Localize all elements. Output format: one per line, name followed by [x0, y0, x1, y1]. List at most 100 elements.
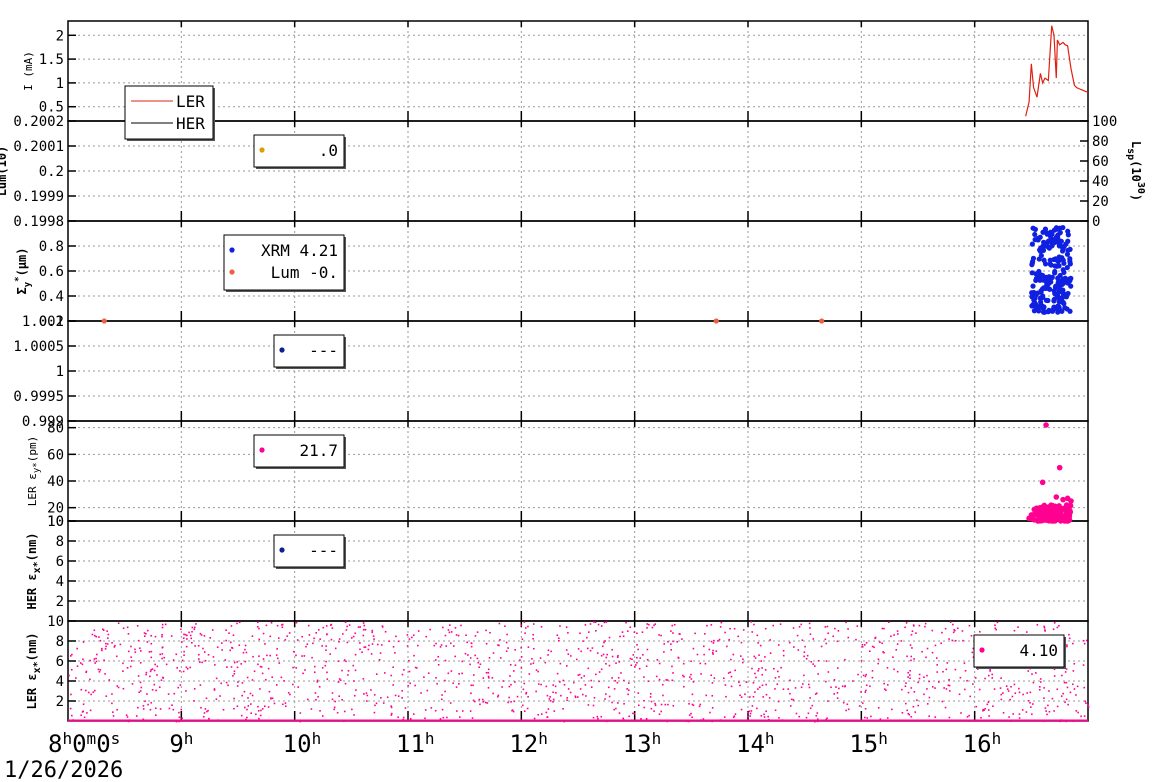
ler-epsx-point	[450, 642, 452, 645]
ler-epsx-point	[670, 649, 673, 651]
ler-epsx-point	[129, 665, 132, 668]
xrm-point	[1031, 308, 1037, 314]
ler-epsx-point	[764, 656, 766, 658]
y-tick-label: 0.4	[39, 289, 64, 305]
ler-epsx-point	[705, 694, 708, 697]
ler-epsx-point	[204, 659, 207, 662]
ler-epsx-point	[886, 684, 889, 686]
ler-epsx-point	[375, 673, 378, 675]
ler-epsx-point	[165, 663, 168, 666]
ler-epsx-point	[507, 701, 509, 704]
ler-epsx-point	[326, 678, 329, 680]
ler-epsx-point	[948, 678, 950, 681]
ler-epsx-point	[670, 630, 672, 632]
y-tick-label: 0.2002	[13, 114, 64, 130]
ler-epsx-point	[833, 693, 836, 695]
ler-epsx-point	[154, 707, 157, 710]
ler-epsx-point	[510, 683, 512, 686]
ler-epsx-point	[580, 650, 583, 653]
ler-epsx-point	[259, 688, 261, 690]
ler-epsx-point	[147, 703, 149, 706]
ler-epsx-point	[954, 639, 957, 642]
ler-epsx-point	[276, 648, 278, 650]
panel-frame	[67, 520, 1089, 622]
ler-epsx-point	[544, 661, 547, 664]
ler-epsx-point	[450, 631, 453, 633]
ler-epsx-point	[860, 659, 863, 662]
ler-epsx-point	[267, 706, 270, 708]
ler-epsx-point	[745, 681, 748, 683]
ler-epsx-point	[447, 629, 450, 631]
ler-epsx-point	[470, 692, 472, 695]
legend-label: 21.7	[299, 441, 338, 460]
ler-epsx-point	[329, 653, 332, 655]
ler-epsx-point	[1000, 693, 1003, 696]
ler-epsx-point	[879, 641, 881, 644]
ler-epsx-point	[622, 717, 625, 720]
ler-epsx-point	[751, 667, 753, 670]
ler-epsx-point	[440, 644, 443, 646]
y2-axis-label-part: sp	[1125, 148, 1136, 160]
ler-epsx-point	[913, 658, 915, 660]
legend-label: LER	[176, 92, 205, 111]
y2-tick-label: 60	[1092, 154, 1109, 170]
ler-epsy-point	[1052, 503, 1058, 510]
ler-epsx-point	[569, 655, 572, 657]
ler-epsx-point	[988, 715, 990, 717]
xrm-point	[1030, 283, 1036, 289]
ler-epsx-point	[617, 677, 620, 679]
ler-epsx-point	[1071, 683, 1074, 686]
ler-epsx-point	[345, 629, 348, 631]
ler-epsx-point	[699, 662, 702, 665]
ler-epsx-point	[758, 686, 761, 689]
ler-epsx-point	[661, 683, 664, 686]
xrm-point	[1049, 243, 1055, 249]
ler-epsx-point	[837, 630, 840, 632]
ler-epsx-point	[465, 634, 467, 637]
ler-epsx-point	[331, 698, 334, 701]
ler-epsx-point	[346, 641, 349, 644]
ler-epsx-point	[71, 714, 73, 717]
ler-epsx-point	[749, 712, 752, 715]
ler-epsx-point	[740, 655, 742, 657]
y-tick-label: 6	[56, 554, 64, 570]
ler-epsx-point	[150, 656, 153, 659]
ler-epsx-point	[896, 630, 899, 632]
ler-epsx-point	[926, 688, 928, 690]
ler-epsx-point	[364, 628, 367, 631]
ler-epsx-point	[556, 672, 559, 675]
ler-epsx-point	[763, 716, 766, 718]
legend-label: XRM 4.21	[261, 241, 338, 260]
ler-epsx-point	[532, 637, 534, 640]
ler-epsx-point	[576, 696, 579, 698]
xrm-point	[1031, 297, 1037, 303]
ler-epsx-point	[238, 644, 241, 647]
ler-epsx-point	[688, 714, 691, 716]
right-axis-lsp: 020406080100	[1080, 114, 1117, 230]
ler-epsx-point	[89, 659, 91, 662]
legend-marker	[229, 269, 235, 275]
ler-epsx-point	[611, 648, 613, 651]
ler-epsx-point	[978, 688, 981, 691]
ler-epsx-point	[268, 690, 271, 693]
ler-epsy-point	[1053, 494, 1060, 500]
legend-panel4: ---	[273, 334, 346, 369]
ler-epsx-point	[197, 644, 200, 647]
ler-epsx-point	[243, 706, 246, 709]
ler-epsx-point	[951, 639, 954, 642]
ler-epsx-point	[747, 711, 749, 714]
ler-epsx-point	[306, 643, 309, 645]
ler-epsx-point	[1068, 633, 1070, 636]
ler-epsx-point	[602, 653, 605, 656]
ler-epsx-point	[547, 654, 549, 656]
panel-frame	[67, 420, 1089, 522]
monitor-chart: 0.511.520.19980.19990.20.20010.20020.20.…	[0, 20, 1146, 782]
ler-epsx-point	[435, 677, 437, 679]
ler-epsx-point	[647, 680, 650, 683]
ler-epsx-point	[295, 667, 298, 669]
ler-epsx-point	[339, 679, 342, 681]
ler-epsx-point	[334, 700, 336, 703]
ler-epsx-point	[627, 689, 630, 691]
ler-epsx-point	[318, 686, 321, 688]
ler-epsx-point	[700, 673, 702, 675]
